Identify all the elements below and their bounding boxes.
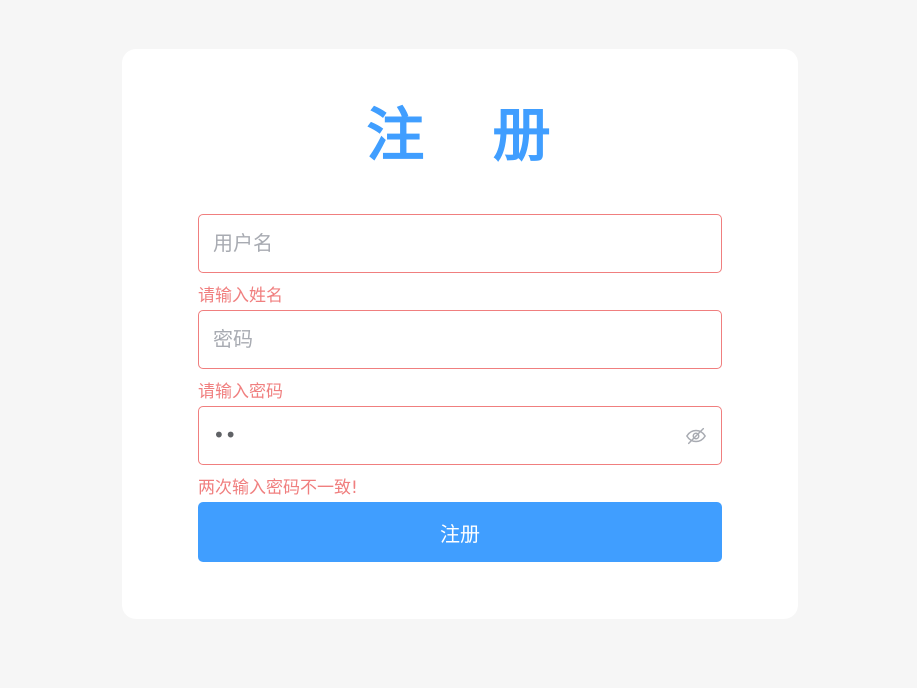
confirm-password-field[interactable]	[198, 406, 722, 465]
register-button[interactable]: 注册	[198, 502, 722, 562]
username-input[interactable]	[213, 215, 673, 271]
password-error: 请输入密码	[198, 382, 283, 402]
confirm-password-error: 两次输入密码不一致!	[198, 478, 358, 498]
confirm-password-input[interactable]	[213, 407, 673, 463]
password-input[interactable]	[213, 311, 673, 367]
page-title: 注 册	[366, 101, 575, 169]
eye-off-icon[interactable]	[685, 425, 707, 447]
password-field[interactable]	[198, 310, 722, 369]
username-error: 请输入姓名	[198, 286, 283, 306]
username-field[interactable]	[198, 214, 722, 273]
